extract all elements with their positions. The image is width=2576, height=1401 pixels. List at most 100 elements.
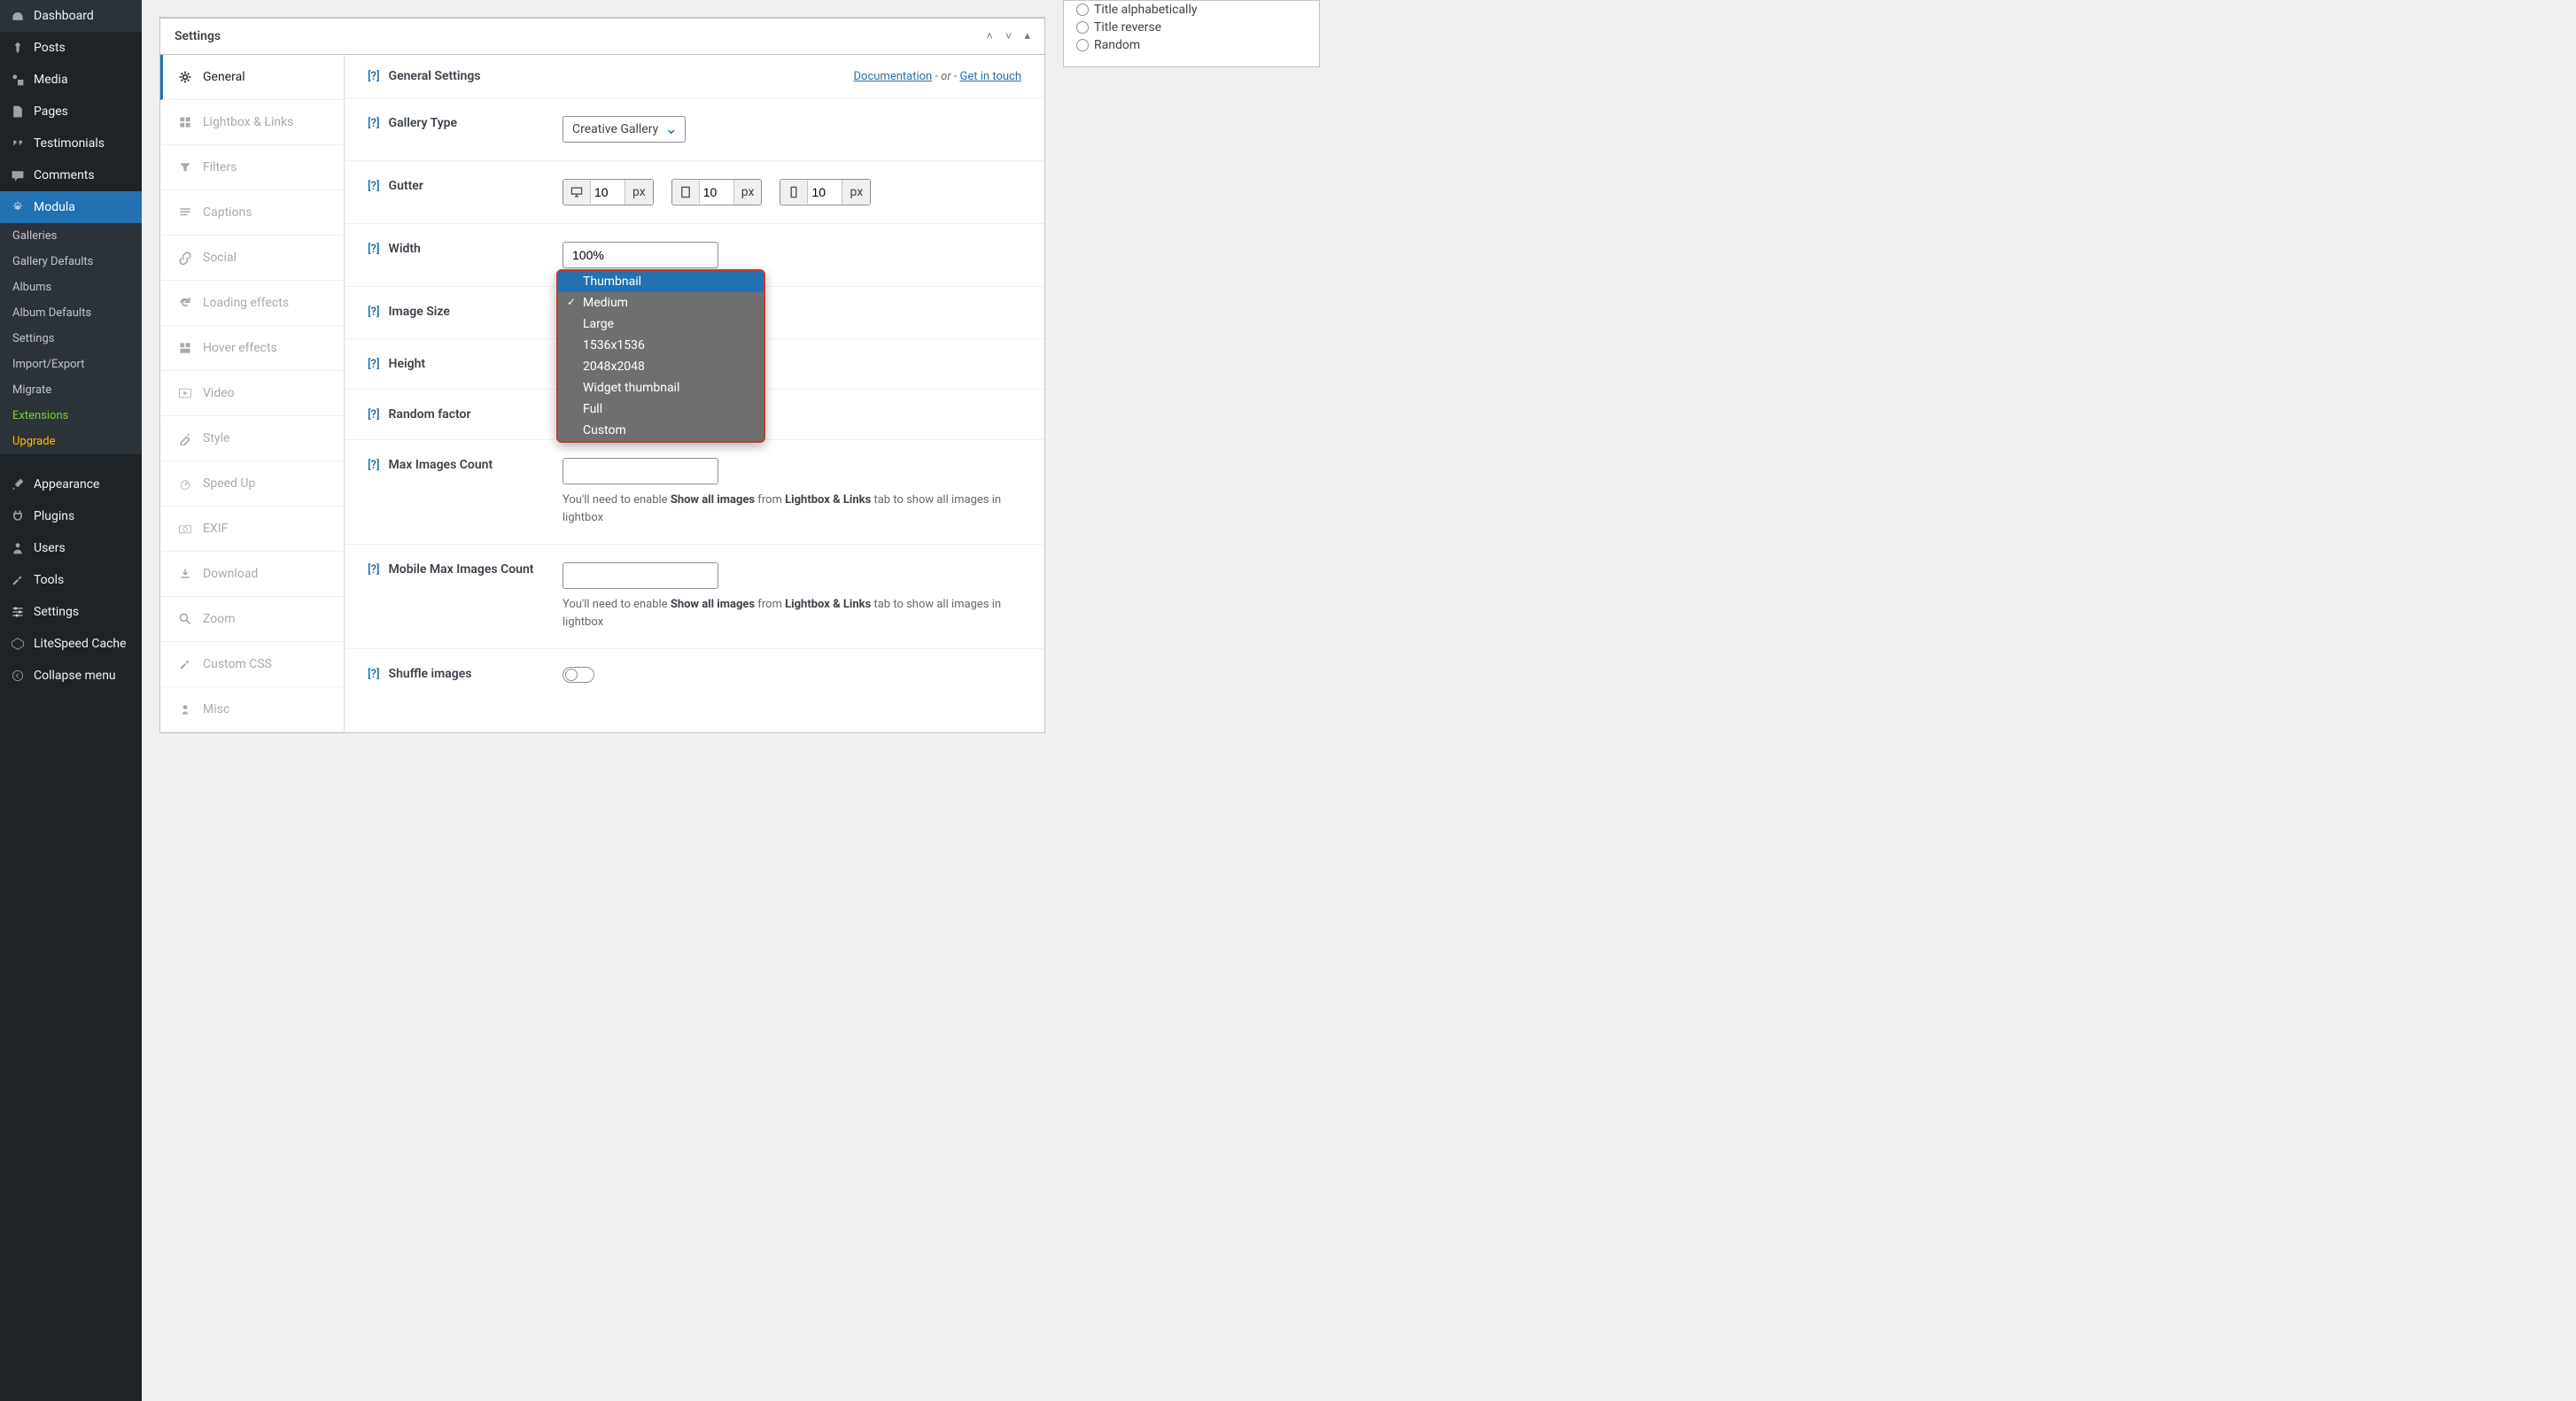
help-icon[interactable]: [?] [368, 563, 380, 577]
tab-exif[interactable]: EXIF [160, 507, 344, 552]
sort-options-box: Title alphabeticallyTitle reverseRandom [1063, 0, 1320, 67]
wp-menu-users[interactable]: Users [0, 532, 142, 564]
tab-style[interactable]: Style [160, 416, 344, 461]
tab-lightbox---links[interactable]: Lightbox & Links [160, 100, 344, 145]
wp-menu-collapse-menu[interactable]: Collapse menu [0, 660, 142, 692]
help-icon[interactable]: [?] [368, 408, 380, 422]
help-icon[interactable]: [?] [368, 306, 380, 319]
wp-menu-plugins[interactable]: Plugins [0, 500, 142, 532]
panel-collapse-icon[interactable]: ▴ [1024, 29, 1030, 43]
wp-menu-media[interactable]: Media [0, 64, 142, 96]
field-label-max-images: Max Images Count [389, 458, 493, 472]
grid-icon [176, 113, 194, 131]
help-icon[interactable]: [?] [368, 358, 380, 371]
tab-zoom[interactable]: Zoom [160, 597, 344, 642]
tab-general[interactable]: General [160, 55, 344, 100]
mobile-icon [780, 181, 808, 204]
wp-menu-pages[interactable]: Pages [0, 96, 142, 128]
pages-icon [9, 103, 27, 120]
misc-icon [176, 700, 194, 718]
wp-menu-litespeed-cache[interactable]: LiteSpeed Cache [0, 628, 142, 660]
tab-loading-effects[interactable]: Loading effects [160, 281, 344, 326]
panel-up-icon[interactable]: ˄ [986, 29, 993, 43]
tab-misc[interactable]: Misc [160, 687, 344, 732]
dropdown-option-widget-thumbnail[interactable]: Widget thumbnail [558, 377, 764, 399]
help-icon[interactable]: [?] [368, 243, 380, 256]
brush-icon [9, 476, 27, 493]
wp-menu-testimonials[interactable]: Testimonials [0, 128, 142, 159]
wp-menu-comments[interactable]: Comments [0, 159, 142, 191]
panel-controls: ˄ ˅ ▴ [986, 29, 1030, 43]
collapse-icon [9, 667, 27, 685]
wp-submenu-album-defaults[interactable]: Album Defaults [0, 300, 142, 326]
wp-submenu-extensions[interactable]: Extensions [0, 403, 142, 429]
desktop-icon [563, 181, 591, 204]
dropdown-option-thumbnail[interactable]: Thumbnail [558, 271, 764, 292]
wp-submenu-settings[interactable]: Settings [0, 326, 142, 352]
wrench-icon [9, 571, 27, 589]
wp-menu-posts[interactable]: Posts [0, 32, 142, 64]
contact-link[interactable]: Get in touch [960, 70, 1021, 83]
help-icon[interactable]: [?] [368, 117, 380, 130]
tab-hover-effects[interactable]: Hover effects [160, 326, 344, 371]
wp-submenu-galleries[interactable]: Galleries [0, 223, 142, 249]
documentation-link[interactable]: Documentation [854, 70, 933, 83]
gallery-type-select[interactable]: Creative Gallery [563, 116, 686, 143]
modula-icon [9, 198, 27, 216]
help-icon[interactable]: [?] [368, 70, 380, 83]
width-input[interactable] [563, 242, 718, 268]
dropdown-option-full[interactable]: Full [558, 399, 764, 420]
wp-menu-modula[interactable]: Modula [0, 191, 142, 223]
tab-video[interactable]: Video [160, 371, 344, 416]
link-icon [176, 249, 194, 267]
media-icon [9, 71, 27, 89]
max-images-hint: You'll need to enable Show all images fr… [563, 492, 1021, 526]
gutter-mobile: px [780, 179, 871, 205]
tab-custom-css[interactable]: Custom CSS [160, 642, 344, 687]
plug-icon [9, 507, 27, 525]
wp-submenu-import-export[interactable]: Import/Export [0, 352, 142, 377]
wp-submenu-migrate[interactable]: Migrate [0, 377, 142, 403]
wp-submenu-gallery-defaults[interactable]: Gallery Defaults [0, 249, 142, 275]
field-label-image-size: Image Size [389, 305, 450, 319]
wp-menu-appearance[interactable]: Appearance [0, 468, 142, 500]
help-icon[interactable]: [?] [368, 459, 380, 472]
gutter-input-mobile[interactable] [808, 180, 842, 205]
radio-title-reverse[interactable]: Title reverse [1076, 19, 1307, 36]
dropdown-option-1536x1536[interactable]: 1536x1536 [558, 335, 764, 356]
radio-title-alphabetically[interactable]: Title alphabetically [1076, 1, 1307, 19]
tab-download[interactable]: Download [160, 552, 344, 597]
shuffle-toggle[interactable] [563, 667, 594, 683]
panel-down-icon[interactable]: ˅ [1005, 29, 1013, 43]
wp-menu-dashboard[interactable]: Dashboard [0, 0, 142, 32]
max-images-input[interactable] [563, 458, 718, 484]
image-size-dropdown: ThumbnailMediumLarge1536x15362048x2048Wi… [556, 269, 765, 443]
dash-icon [9, 7, 27, 25]
wp-menu-tools[interactable]: Tools [0, 564, 142, 596]
gutter-desktop: px [563, 179, 654, 205]
dropdown-option-medium[interactable]: Medium [558, 292, 764, 313]
tab-captions[interactable]: Captions [160, 190, 344, 236]
tablet-icon [672, 181, 700, 204]
dropdown-option-large[interactable]: Large [558, 313, 764, 335]
gutter-input-tablet[interactable] [700, 180, 733, 205]
tab-social[interactable]: Social [160, 236, 344, 281]
separator: - or - [935, 70, 957, 83]
radio-icon [1076, 39, 1089, 51]
wp-submenu-albums[interactable]: Albums [0, 275, 142, 300]
gear-icon [176, 68, 194, 86]
tab-speed-up[interactable]: Speed Up [160, 461, 344, 507]
mobile-max-input[interactable] [563, 562, 718, 589]
play-icon [176, 384, 194, 402]
gutter-input-desktop[interactable] [591, 180, 625, 205]
field-label-mobile-max: Mobile Max Images Count [389, 562, 534, 577]
tab-filters[interactable]: Filters [160, 145, 344, 190]
pin-icon [9, 39, 27, 57]
wp-menu-settings[interactable]: Settings [0, 596, 142, 628]
radio-random[interactable]: Random [1076, 36, 1307, 54]
help-icon[interactable]: [?] [368, 180, 380, 193]
wp-submenu-upgrade[interactable]: Upgrade [0, 429, 142, 454]
help-icon[interactable]: [?] [368, 668, 380, 681]
dropdown-option-custom[interactable]: Custom [558, 420, 764, 441]
dropdown-option-2048x2048[interactable]: 2048x2048 [558, 356, 764, 377]
